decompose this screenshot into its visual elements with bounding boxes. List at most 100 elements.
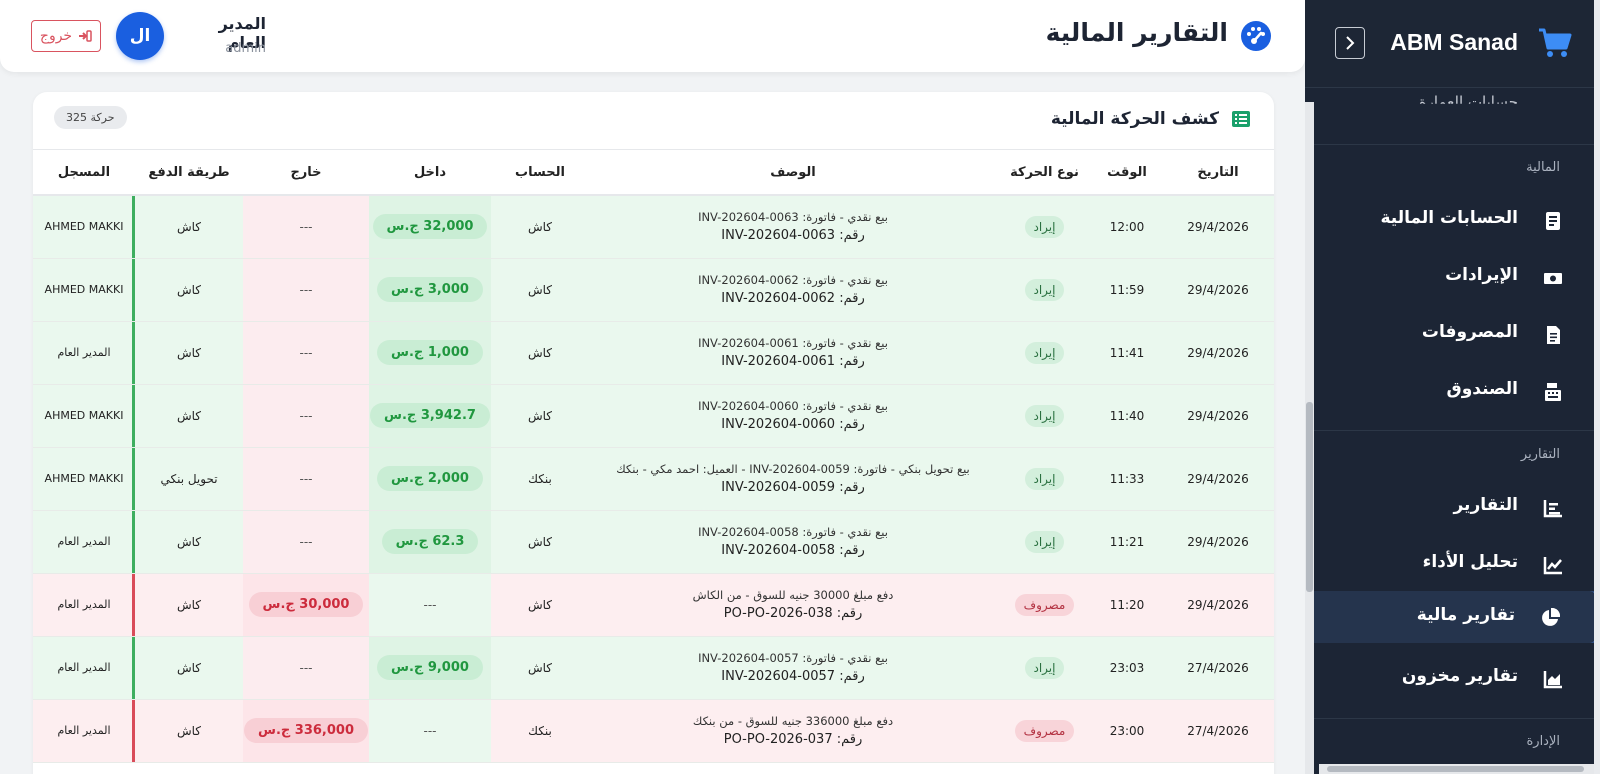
receipt-icon bbox=[1547, 326, 1560, 344]
cell-type: مصروف bbox=[997, 573, 1092, 637]
cell-out: --- bbox=[243, 195, 369, 259]
column-header[interactable]: داخل bbox=[369, 150, 491, 196]
cell-type: إيراد bbox=[997, 195, 1092, 259]
amount-in: 62.3 ج.س bbox=[381, 529, 479, 554]
table-row[interactable]: 27/4/2026 23:00 مصروف دفع مبلغ 336000 جنيه … bbox=[33, 699, 1274, 763]
cell-payment-method: كاش bbox=[135, 699, 243, 763]
cell-out: 30,000 ج.س bbox=[243, 573, 369, 637]
reference-number: رقم: INV-202604-0062 bbox=[721, 291, 865, 306]
area-chart-icon bbox=[1543, 671, 1562, 689]
cell-description: دفع مبلغ 336000 جنيه للسوق - من بنكك رقم:… bbox=[589, 699, 997, 763]
sidebar-toggle-button[interactable] bbox=[1335, 27, 1365, 59]
cell-account: كاش bbox=[491, 510, 589, 574]
cell-recorded-by: AHMED MAKKI bbox=[33, 195, 135, 259]
description-text: بيع نقدي - فاتورة: INV-202604-0060 bbox=[698, 399, 888, 413]
cell-time: 11:59 bbox=[1092, 258, 1162, 322]
table-row[interactable]: 29/4/2026 11:33 إيراد بيع تحويل بنكي - فاتو… bbox=[33, 447, 1274, 511]
amount-in: 2,000 ج.س bbox=[377, 466, 483, 491]
sidebar-item-building-accounts[interactable]: حسابات العمارة bbox=[1419, 93, 1518, 104]
cell-recorded-by: AHMED MAKKI bbox=[33, 447, 135, 511]
avatar[interactable]: ال bbox=[116, 12, 164, 60]
amount-in: 9,000 ج.س bbox=[377, 655, 483, 680]
sidebar-item-label: الحسابات المالية bbox=[1380, 208, 1518, 228]
table-row[interactable]: 29/4/2026 11:59 إيراد بيع نقدي - فاتورة: IN… bbox=[33, 258, 1274, 322]
transactions-table: التاريخ الوقت نوع الحركة الوصف الحساب دا… bbox=[33, 150, 1274, 763]
transaction-type-badge: إيراد bbox=[1024, 467, 1065, 490]
sidebar-item-label: المصروفات bbox=[1421, 322, 1518, 342]
sidebar-item-financial-reports[interactable]: تقارير مالية bbox=[1305, 591, 1600, 643]
reference-number: رقم: PO-PO-2026-037 bbox=[723, 732, 863, 747]
cell-out: --- bbox=[243, 321, 369, 385]
cell-date: 29/4/2026 bbox=[1162, 510, 1274, 574]
sidebar-item-performance-analysis[interactable]: تحليل الأداء bbox=[1305, 539, 1600, 589]
cell-payment-method: تحويل بنكي bbox=[135, 447, 243, 511]
reference-number: رقم: INV-202604-0059 bbox=[721, 480, 865, 495]
cell-out: --- bbox=[243, 447, 369, 511]
column-header[interactable]: طريقة الدفع bbox=[135, 150, 243, 196]
cell-time: 12:00 bbox=[1092, 195, 1162, 259]
cell-date: 29/4/2026 bbox=[1162, 573, 1274, 637]
column-header[interactable]: الوقت bbox=[1092, 150, 1162, 196]
cell-time: 11:33 bbox=[1092, 447, 1162, 511]
cell-recorded-by: المدير العام bbox=[33, 510, 135, 574]
table-row[interactable]: 29/4/2026 12:00 إيراد بيع نقدي - فاتورة: IN… bbox=[33, 195, 1274, 259]
column-header[interactable]: الحساب bbox=[491, 150, 589, 196]
column-header[interactable]: نوع الحركة bbox=[997, 150, 1092, 196]
sidebar-divider bbox=[1305, 144, 1600, 145]
table-row[interactable]: 27/4/2026 23:03 إيراد بيع نقدي - فاتورة: IN… bbox=[33, 636, 1274, 700]
column-header[interactable]: الوصف bbox=[589, 150, 997, 196]
sidebar-item-reports[interactable]: التقارير bbox=[1305, 482, 1600, 532]
sidebar-item-cashbox[interactable]: الصندوق bbox=[1305, 366, 1600, 416]
cell-date: 27/4/2026 bbox=[1162, 699, 1274, 763]
empty-amount: --- bbox=[299, 282, 313, 297]
cell-in: --- bbox=[369, 699, 491, 763]
cell-account: كاش bbox=[491, 195, 589, 259]
table-header-row: التاريخ الوقت نوع الحركة الوصف الحساب دا… bbox=[33, 150, 1274, 196]
section-admin: الإدارة bbox=[1526, 734, 1560, 749]
sidebar-item-revenues[interactable]: الإيرادات bbox=[1305, 252, 1600, 302]
transaction-type-badge: إيراد bbox=[1024, 530, 1065, 553]
table-row[interactable]: 29/4/2026 11:40 إيراد بيع نقدي - فاتورة: IN… bbox=[33, 384, 1274, 448]
cell-description: دفع مبلغ 30000 جنيه للسوق - من الكاش رقم:… bbox=[589, 573, 997, 637]
scrollbar-thumb[interactable] bbox=[1306, 402, 1313, 592]
sidebar-item-inventory-reports[interactable]: تقارير مخزون bbox=[1305, 653, 1600, 703]
reference-number: رقم: INV-202604-0058 bbox=[721, 543, 865, 558]
cell-date: 29/4/2026 bbox=[1162, 321, 1274, 385]
amount-out: 30,000 ج.س bbox=[248, 592, 364, 617]
card-header: كشف الحركة المالية 325 حركة bbox=[33, 92, 1274, 150]
logout-button[interactable]: خروج bbox=[31, 20, 101, 52]
cell-time: 11:20 bbox=[1092, 573, 1162, 637]
user-role: admin bbox=[225, 41, 266, 56]
cell-description: بيع نقدي - فاتورة: INV-202604-0061 رقم: I… bbox=[589, 321, 997, 385]
top-bar: التقارير المالية المدير العام admin ال خ… bbox=[0, 0, 1305, 72]
sidebar-divider bbox=[1305, 430, 1600, 431]
sidebar-header: ABM Sanad bbox=[1305, 0, 1600, 88]
cell-type: إيراد bbox=[997, 447, 1092, 511]
table-row[interactable]: 29/4/2026 11:41 إيراد بيع نقدي - فاتورة: IN… bbox=[33, 321, 1274, 385]
sidebar-scrollbar[interactable] bbox=[1305, 102, 1314, 774]
cell-date: 29/4/2026 bbox=[1162, 447, 1274, 511]
description-text: بيع نقدي - فاتورة: INV-202604-0058 bbox=[698, 525, 888, 539]
count-badge: 325 حركة bbox=[54, 106, 127, 129]
chevron-right-icon bbox=[1346, 36, 1355, 50]
column-header[interactable]: المسجل bbox=[33, 150, 135, 196]
sidebar-item-financial-accounts[interactable]: الحسابات المالية bbox=[1305, 195, 1600, 245]
cell-time: 23:03 bbox=[1092, 636, 1162, 700]
table-row[interactable]: 29/4/2026 11:20 مصروف دفع مبلغ 30000 جنيه ل… bbox=[33, 573, 1274, 637]
description-text: بيع نقدي - فاتورة: INV-202604-0063 bbox=[698, 210, 888, 225]
column-header[interactable]: التاريخ bbox=[1162, 150, 1274, 196]
reference-number: رقم: INV-202604-0063 bbox=[721, 228, 865, 244]
scrollbar-thumb[interactable] bbox=[1327, 766, 1584, 772]
sidebar-horizontal-scrollbar[interactable] bbox=[1319, 764, 1600, 774]
table-row[interactable]: 29/4/2026 11:21 إيراد بيع نقدي - فاتورة: IN… bbox=[33, 510, 1274, 574]
cell-recorded-by: المدير العام bbox=[33, 321, 135, 385]
sidebar-item-expenses[interactable]: المصروفات bbox=[1305, 309, 1600, 359]
column-header[interactable]: خارج bbox=[243, 150, 369, 196]
cell-payment-method: كاش bbox=[135, 384, 243, 448]
transaction-type-badge: مصروف bbox=[1014, 593, 1075, 616]
cell-description: بيع تحويل بنكي - فاتورة: INV-202604-0059… bbox=[589, 447, 997, 511]
cell-type: إيراد bbox=[997, 384, 1092, 448]
cell-account: بنكك bbox=[491, 699, 589, 763]
empty-amount: --- bbox=[299, 345, 313, 360]
empty-amount: --- bbox=[299, 534, 313, 549]
